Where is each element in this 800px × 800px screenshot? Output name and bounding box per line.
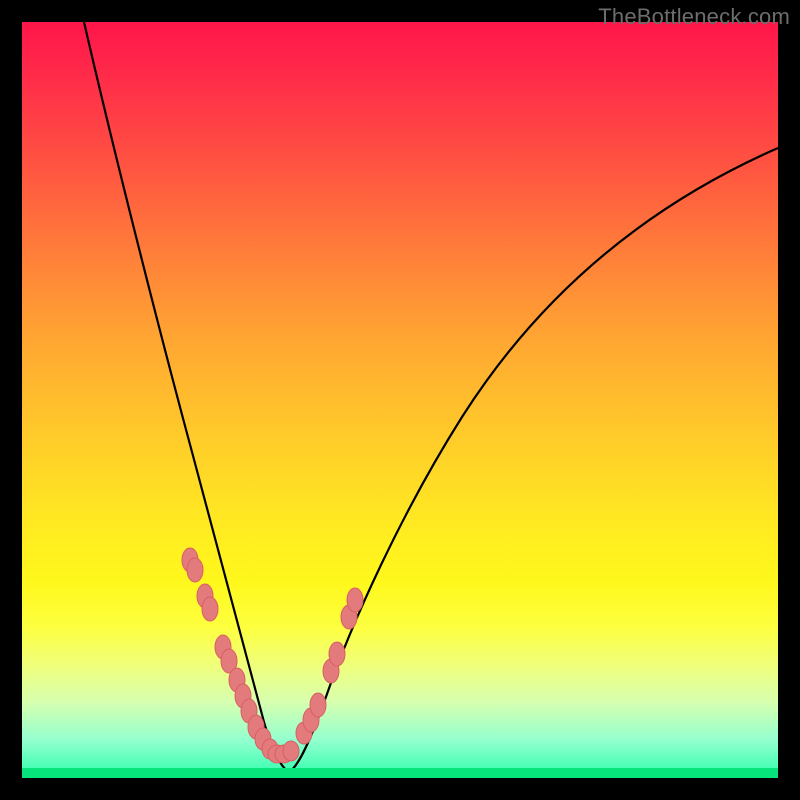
- curve-path: [84, 22, 778, 772]
- optimal-zone-strip: [22, 768, 778, 778]
- watermark-text: TheBottleneck.com: [598, 4, 790, 30]
- curve-dots: [182, 548, 363, 763]
- bottleneck-curve: [22, 22, 778, 778]
- chart-frame: [22, 22, 778, 778]
